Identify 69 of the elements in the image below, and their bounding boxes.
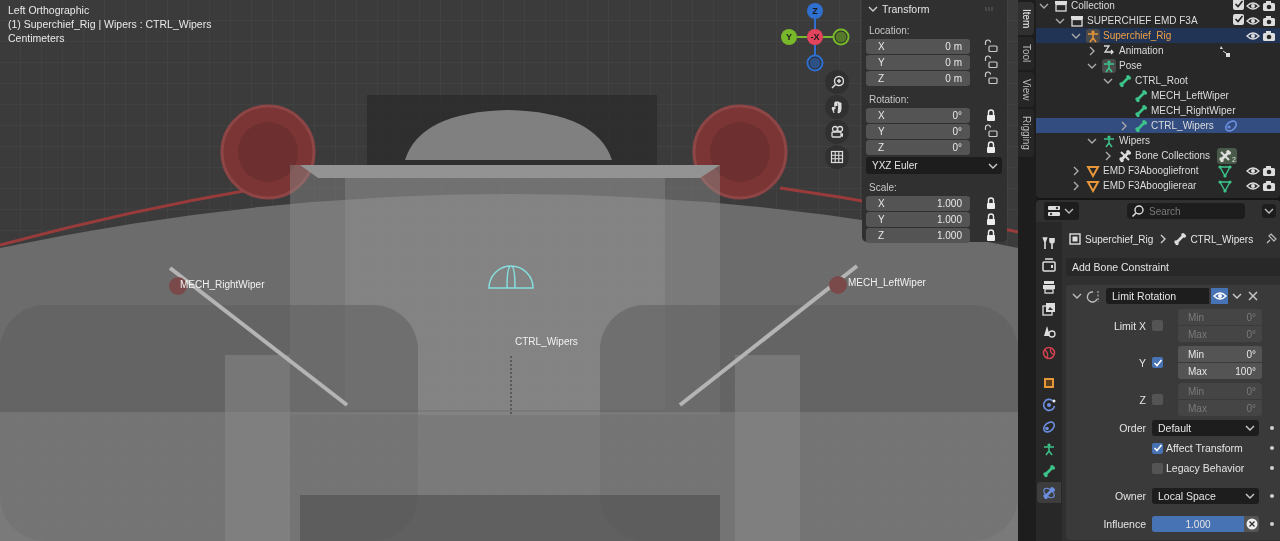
constraint-name-field[interactable]: Limit Rotation (1106, 288, 1209, 304)
owner-space-dropdown[interactable]: Local Space (1152, 488, 1259, 504)
outliner-row[interactable]: EMD F3Abooglierear (1036, 178, 1280, 193)
outliner-item-name: Superchief_Rig (1103, 30, 1172, 41)
outliner-row[interactable]: Superchief_Rig (1036, 28, 1280, 43)
axis-handle[interactable]: -X (807, 29, 823, 45)
influence-label: Influence (1102, 518, 1146, 530)
outliner-item-name: CTRL_Root (1135, 75, 1188, 86)
outliner-item-name: Collection (1071, 0, 1115, 11)
outliner-row[interactable]: Collection (1036, 0, 1280, 13)
outliner-row[interactable]: SUPERCHIEF EMD F3A (1036, 13, 1280, 28)
value-field[interactable]: Y 1.000 (866, 211, 970, 227)
outliner-item-name: Wipers (1119, 135, 1151, 146)
outliner-row[interactable]: MECH_RightWiper (1036, 103, 1280, 118)
outliner-item-name: MECH_LeftWiper (1151, 90, 1229, 101)
influence-slider[interactable]: 1.000 (1152, 516, 1244, 532)
outliner-item-name: MECH_RightWiper (1151, 105, 1236, 116)
value-field[interactable]: X 0° (866, 107, 970, 123)
outliner-item-name: EMD F3Aboogliefront (1103, 165, 1199, 176)
order-label: Order (1118, 422, 1146, 434)
outliner-item-name: EMD F3Abooglierear (1103, 180, 1197, 191)
axis-handle[interactable]: Z (807, 3, 823, 19)
sidebar-tab[interactable]: Item (1018, 2, 1034, 36)
sidebar-tab[interactable]: Rigging (1018, 109, 1034, 158)
limit-label: Y (1138, 356, 1146, 369)
max-field[interactable]: Max 100° (1178, 362, 1262, 379)
value-field[interactable]: Y 0 m (866, 54, 970, 70)
add-bone-constraint-menu[interactable]: Add Bone Constraint (1066, 258, 1280, 276)
value-field[interactable]: Z 1.000 (866, 227, 970, 243)
outliner-item-name: SUPERCHIEF EMD F3A (1087, 15, 1198, 26)
option-label[interactable]: Legacy Behavior (1166, 462, 1245, 474)
breadcrumb-item[interactable]: CTRL_Wipers (1190, 233, 1254, 245)
value-field[interactable]: X 0 m (866, 38, 970, 54)
viewport-info-text: (1) Superchief_Rig | Wipers : CTRL_Wipers (8, 17, 212, 31)
owner-label: Owner (1114, 490, 1146, 502)
outliner-row[interactable]: MECH_LeftWiper (1036, 88, 1280, 103)
min-field[interactable]: Min 0° (1178, 346, 1262, 362)
outliner-row[interactable]: Pose (1036, 58, 1280, 73)
viewport-info-text: Centimeters (8, 31, 66, 45)
group-label: Scale: (868, 181, 898, 195)
limit-label: Limit X (1112, 319, 1146, 332)
rotation-mode-dropdown[interactable]: YXZ Euler (866, 157, 1002, 174)
bone-name-label: CTRL_Wipers (515, 336, 578, 347)
outliner-row[interactable]: Animation (1036, 43, 1280, 58)
value-field[interactable]: Z 0° (866, 139, 970, 155)
value-field[interactable]: Y 0° (866, 123, 970, 139)
limit-label: Z (1138, 393, 1146, 406)
outliner-row[interactable]: EMD F3Aboogliefront (1036, 163, 1280, 178)
search-field[interactable]: Search (1127, 203, 1245, 219)
outliner-row[interactable]: CTRL_Wipers (1036, 118, 1280, 133)
sidebar-tab[interactable]: Tool (1018, 37, 1034, 70)
value-field[interactable]: X 1.000 (866, 195, 970, 211)
group-label: Location: (868, 24, 911, 38)
axis-handle[interactable]: Y (781, 29, 797, 45)
outliner-row[interactable]: Wipers (1036, 133, 1280, 148)
outliner-item-name: Animation (1119, 45, 1164, 56)
option-label[interactable]: Affect Transform (1166, 442, 1243, 454)
outliner-item-name: Bone Collections (1135, 150, 1211, 161)
group-label: Rotation: (868, 93, 911, 107)
outliner-item-name: CTRL_Wipers (1151, 120, 1214, 131)
bone-name-label: MECH_LeftWiper (848, 277, 926, 288)
breadcrumb-item[interactable]: Superchief_Rig (1085, 233, 1154, 245)
viewport-info-text: Left Orthographic (8, 3, 91, 17)
outliner-row[interactable]: CTRL_Root (1036, 73, 1280, 88)
panel-title[interactable]: Transform (882, 2, 983, 15)
outliner-item-name: Pose (1119, 60, 1142, 71)
order-dropdown[interactable]: Default (1152, 420, 1259, 436)
sidebar-tab[interactable]: View (1018, 71, 1034, 108)
value-field[interactable]: Z 0 m (866, 70, 970, 86)
